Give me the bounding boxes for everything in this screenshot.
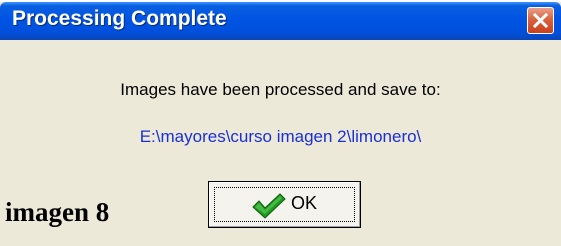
ok-button[interactable]: OK xyxy=(208,181,361,228)
image-caption: imagen 8 xyxy=(5,197,110,227)
dialog-title: Processing Complete xyxy=(12,7,227,30)
ok-button-label: OK xyxy=(291,193,318,213)
close-icon xyxy=(532,12,549,29)
checkmark-icon xyxy=(252,193,286,219)
close-button[interactable] xyxy=(527,7,554,34)
dialog-message: Images have been processed and save to: xyxy=(120,80,441,99)
output-path: E:\mayores\curso imagen 2\limonero\ xyxy=(139,127,422,146)
title-bar[interactable]: Processing Complete xyxy=(0,2,561,40)
processing-complete-dialog: Processing Complete Images have been pro… xyxy=(0,2,561,246)
